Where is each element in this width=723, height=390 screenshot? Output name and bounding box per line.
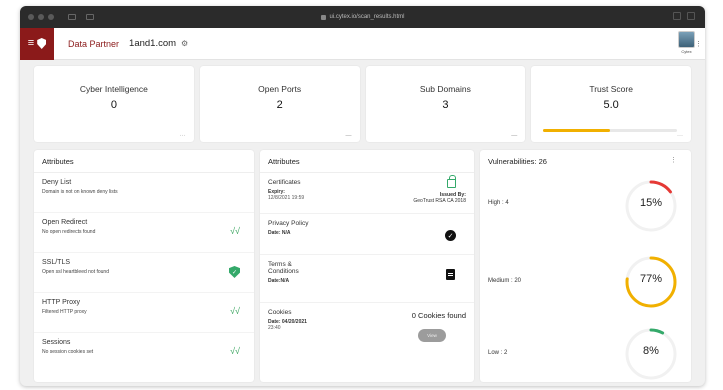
vuln-row-medium[interactable]: Medium : 20 77% [480, 240, 691, 310]
attr-open-redirect[interactable]: Open Redirect No open redirects found √√ [34, 213, 254, 253]
verified-badge-icon: ✓ [445, 230, 456, 241]
cert-title: Certificates [268, 179, 301, 186]
trust-score-fill [543, 129, 611, 132]
lock-icon [320, 14, 326, 20]
terms-date: Date:N/A [268, 278, 290, 284]
clipboard-icon [446, 269, 455, 280]
certificates-row[interactable]: Certificates Expiry: 12/8/2021 19:59 Iss… [260, 173, 474, 214]
shield-logo-icon [37, 38, 47, 49]
attr-desc: Filtered HTTP proxy [42, 309, 87, 315]
app-window: ui.cytex.io/scan_results.html ≡ Data Par… [20, 6, 705, 386]
attr-desc: Domain is not on known deny lists [42, 189, 118, 195]
stat-label: Sub Domains [419, 84, 471, 94]
check-icon: √√ [230, 226, 240, 236]
avatar-icon [678, 31, 695, 48]
stat-trust-score[interactable]: Trust Score 5.0 ··· [531, 66, 691, 142]
back-icon[interactable] [86, 14, 94, 20]
vulnerabilities-card: Vulnerabilities: 26 ⋮ High : 4 15% Mediu… [480, 150, 691, 382]
privacy-date: Date: N/A [268, 230, 291, 236]
attr-title: Open Redirect [42, 219, 88, 226]
vuln-ring-low: 8% [623, 326, 679, 382]
maximize-dot[interactable] [48, 14, 54, 20]
url-text: ui.cytex.io/scan_results.html [329, 14, 405, 20]
app-header: ≡ Data Partner 1and1.com ⚙ Cytex ⋮ [20, 27, 705, 60]
stat-cyber-intelligence[interactable]: Cyber Intelligence 0 ··· [34, 66, 194, 142]
vuln-pct: 77% [639, 273, 663, 285]
check-icon: √√ [230, 306, 240, 316]
more-vert-icon[interactable]: ⋮ [670, 156, 677, 164]
check-icon: √√ [230, 346, 240, 356]
user-avatar[interactable]: Cytex [678, 31, 695, 54]
trust-score-bar [543, 129, 677, 132]
vuln-row-high[interactable]: High : 4 15% [480, 170, 691, 240]
brand-block[interactable]: ≡ [20, 27, 54, 60]
domain-settings-icon[interactable]: ⚙ [181, 39, 188, 48]
more-icon[interactable]: — [511, 133, 517, 139]
minimize-dot[interactable] [38, 14, 44, 20]
user-label: Cytex [681, 49, 692, 54]
more-icon[interactable]: ··· [180, 133, 186, 139]
attr-title: HTTP Proxy [42, 299, 80, 306]
view-cookies-button[interactable]: View [418, 329, 446, 342]
partner-label[interactable]: Data Partner [68, 39, 119, 49]
attr-desc: Open ssl heartbleed not found [42, 269, 109, 275]
window-controls [28, 14, 54, 20]
more-vert-icon[interactable]: ⋮ [695, 40, 702, 48]
close-dot[interactable] [28, 14, 34, 20]
stat-sub-domains[interactable]: Sub Domains 3 — [365, 66, 526, 142]
attr-http-proxy[interactable]: HTTP Proxy Filtered HTTP proxy √√ [34, 293, 254, 333]
more-icon[interactable]: — [346, 133, 352, 139]
cookies-count: 0 Cookies found [411, 311, 466, 320]
stat-label: Cyber Intelligence [79, 84, 148, 94]
attr-title: SSL/TLS [42, 259, 71, 266]
issued-by-value: GeoTrust RSA CA 2018 [413, 198, 466, 204]
stat-value: 0 [110, 99, 117, 111]
cards-row: Attributes Deny List Domain is not on kn… [34, 150, 691, 382]
stat-value: 2 [276, 99, 283, 111]
vuln-label: High : 4 [488, 200, 509, 206]
attr-title: Sessions [42, 339, 71, 346]
share-icon[interactable] [673, 12, 681, 20]
privacy-policy-row[interactable]: Privacy Policy Date: N/A ✓ [260, 214, 474, 255]
stat-value: 5.0 [603, 99, 619, 111]
attributes-card-left: Attributes Deny List Domain is not on kn… [34, 150, 254, 382]
vuln-label: Low : 2 [488, 350, 508, 356]
stat-open-ports[interactable]: Open Ports 2 — [199, 66, 360, 142]
terms-title: Terms & Conditions [268, 261, 299, 275]
domain-name: 1and1.com [129, 38, 177, 49]
card-title: Attributes [34, 150, 254, 173]
vuln-ring-medium: 77% [623, 254, 679, 310]
more-icon[interactable]: ··· [677, 133, 683, 139]
vulnerabilities-title: Vulnerabilities: 26 [488, 157, 547, 166]
attr-desc: No open redirects found [42, 229, 96, 235]
address-bar[interactable]: ui.cytex.io/scan_results.html [320, 11, 405, 23]
vuln-ring-high: 15% [623, 178, 679, 234]
shield-check-icon: ✓ [229, 266, 240, 278]
stat-label: Open Ports [258, 84, 302, 94]
card-title: Attributes [260, 150, 474, 173]
stat-label: Trust Score [589, 84, 633, 94]
vuln-row-low[interactable]: Low : 2 8% [480, 310, 691, 380]
vuln-pct: 15% [639, 197, 663, 209]
cookies-row[interactable]: Cookies Date: 04/20/2021 23:40 0 Cookies… [260, 303, 474, 344]
stat-value: 3 [442, 99, 449, 111]
vuln-pct: 8% [643, 345, 659, 357]
attr-deny-list[interactable]: Deny List Domain is not on known deny li… [34, 173, 254, 213]
attributes-card-mid: Attributes Certificates Expiry: 12/8/202… [260, 150, 474, 382]
lock-open-icon [447, 175, 456, 188]
tabs-icon[interactable] [687, 12, 695, 20]
attr-desc: No session cookies set [42, 349, 94, 355]
sidebar-icon[interactable] [68, 14, 76, 20]
browser-toolbar: ui.cytex.io/scan_results.html [20, 6, 705, 28]
vuln-label: Medium : 20 [488, 278, 522, 284]
attr-ssl-tls[interactable]: SSL/TLS Open ssl heartbleed not found ✓ [34, 253, 254, 293]
attr-title: Deny List [42, 179, 72, 186]
terms-row[interactable]: Terms & Conditions Date:N/A [260, 255, 474, 303]
privacy-title: Privacy Policy [268, 220, 309, 227]
stats-row: Cyber Intelligence 0 ··· Open Ports 2 — … [34, 66, 691, 142]
attr-sessions[interactable]: Sessions No session cookies set √√ [34, 333, 254, 373]
menu-icon[interactable]: ≡ [28, 38, 34, 49]
